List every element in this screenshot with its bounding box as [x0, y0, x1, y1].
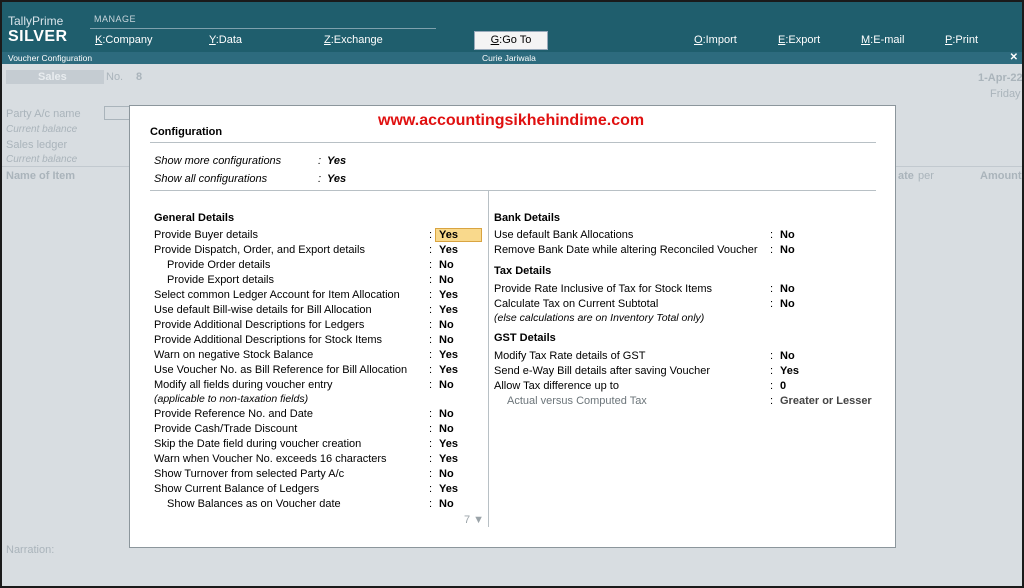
watermark-text: www.accountingsikhehindime.com	[378, 112, 645, 129]
menu-export[interactable]: E:Export	[778, 34, 820, 46]
screen-title-bar: Voucher Configuration Curie Jariwala ✕	[2, 52, 1022, 64]
gst-details-heading: GST Details	[494, 332, 556, 344]
menu-company[interactable]: K:Company	[95, 34, 152, 46]
voucher-type: Sales	[38, 71, 67, 83]
voucher-no-label: No.	[106, 71, 124, 83]
top-menu-bar: TallyPrime SILVER MANAGE K:Company Y:Dat…	[2, 2, 1022, 52]
close-icon[interactable]: ✕	[1010, 52, 1018, 64]
rate-header: ate	[898, 170, 914, 182]
menu-exchange[interactable]: Z:Exchange	[324, 34, 383, 46]
current-balance-label-2: Current balance	[6, 154, 78, 165]
brand-name: TallyPrime	[8, 14, 64, 28]
general-details-heading: General Details	[154, 212, 235, 224]
menu-print[interactable]: P:Print	[945, 34, 978, 46]
name-of-item-header: Name of Item	[6, 170, 76, 182]
party-label: Party A/c name	[6, 108, 81, 120]
screen-title: Voucher Configuration	[8, 53, 93, 63]
company-name: Curie Jariwala	[482, 53, 536, 63]
tax-details-heading: Tax Details	[494, 265, 552, 277]
sales-ledger-label: Sales ledger	[6, 139, 68, 151]
menu-go-to[interactable]: G:Go To	[474, 31, 548, 50]
column-divider	[488, 191, 489, 527]
current-balance-label: Current balance	[6, 124, 78, 135]
menu-import[interactable]: O:Import	[694, 34, 737, 46]
configuration-dialog: www.accountingsikhehindime.com Configura…	[129, 105, 896, 548]
config-value: Yes	[327, 173, 347, 185]
config-note: (else calculations are on Inventory Tota…	[494, 312, 705, 324]
section-divider	[150, 190, 876, 191]
amount-header: Amount	[980, 170, 1022, 182]
per-header: per	[918, 170, 934, 182]
menu-email[interactable]: M:E-mail	[861, 34, 904, 46]
menu-data[interactable]: Y:Data	[209, 34, 242, 46]
config-note: (applicable to non-taxation fields)	[154, 393, 309, 405]
brand-edition: SILVER	[8, 28, 68, 45]
tally-window: TallyPrime SILVER MANAGE K:Company Y:Dat…	[0, 0, 1024, 588]
bank-details-heading: Bank Details	[494, 212, 561, 224]
page-down-indicator[interactable]: 7 ▼	[464, 514, 484, 526]
manage-divider	[90, 28, 436, 29]
manage-label: MANAGE	[94, 14, 137, 24]
config-value: Yes	[327, 155, 347, 167]
config-value-selected: Yes	[435, 228, 482, 242]
voucher-day: Friday	[990, 88, 1021, 100]
narration-label: Narration:	[6, 544, 55, 556]
dialog-title: Configuration	[150, 126, 223, 138]
title-divider	[150, 142, 876, 143]
voucher-no-value: 8	[136, 71, 143, 83]
voucher-date: 1-Apr-22	[978, 72, 1023, 84]
